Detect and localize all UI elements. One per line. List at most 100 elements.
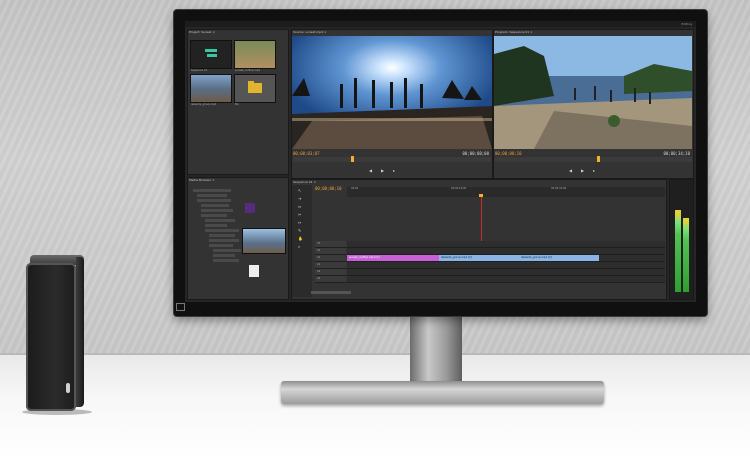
- item-label: Sequence 01: [191, 69, 208, 72]
- media-thumbnail[interactable]: [243, 229, 285, 253]
- program-playhead[interactable]: [597, 156, 600, 162]
- tree-item[interactable]: [205, 224, 227, 227]
- zoom-tool-icon[interactable]: ⌕: [298, 245, 300, 249]
- source-timecode-duration: 00;00;08;00: [462, 151, 490, 156]
- track-label: A3: [317, 277, 321, 280]
- track-header-a1[interactable]: A1: [315, 262, 346, 269]
- external-drive: [22, 255, 92, 415]
- track-label: V3: [317, 242, 321, 245]
- tools-panel: ↖ ⇥ ⇔ ✂ ↔ ✎ ✋ ⌕: [292, 185, 312, 297]
- tree-item[interactable]: [197, 199, 231, 202]
- source-monitor-panel: Source: sunset.mp4 × 00;00;03;07 00;00;0…: [291, 29, 493, 179]
- timeline-timecode: 00;00;08;10: [315, 186, 342, 191]
- timeline-scrollbar[interactable]: [311, 291, 351, 294]
- tree-item[interactable]: [205, 229, 239, 232]
- time-ruler[interactable]: [347, 187, 665, 197]
- tree-item[interactable]: [213, 254, 235, 257]
- timeline-clip[interactable]: lakeside_group.mp4 [V]: [439, 255, 519, 261]
- track-header-v2[interactable]: V2: [315, 248, 346, 255]
- clip-thumbnail[interactable]: [191, 75, 231, 102]
- tree-item[interactable]: [201, 209, 233, 212]
- project-panel: Project: Sunset × Sequence 01 sunset_roo…: [187, 29, 289, 175]
- program-tab[interactable]: Program: Sequence 01 ×: [495, 30, 533, 34]
- tree-item[interactable]: [209, 234, 235, 237]
- track-lane[interactable]: [347, 276, 665, 283]
- track-lane[interactable]: [347, 241, 665, 248]
- media-browser-panel: Media Browser ×: [187, 177, 289, 300]
- timeline-clip[interactable]: sunset_rooftop.mp4 [V]: [347, 255, 439, 261]
- bin-thumbnail[interactable]: [235, 75, 275, 102]
- hand-tool-icon[interactable]: ✋: [298, 237, 303, 241]
- program-timecode-in: 00;00;08;10: [495, 151, 522, 156]
- source-timecode-in: 00;00;03;07: [293, 151, 320, 156]
- razor-tool-icon[interactable]: ✂: [298, 213, 301, 217]
- track-lane[interactable]: [347, 262, 665, 269]
- play-icon[interactable]: ▶: [581, 169, 584, 173]
- sequence-icon: [205, 49, 217, 57]
- item-label: sunset_rooftop.mp4: [235, 69, 260, 72]
- track-header-a3[interactable]: A3: [315, 276, 346, 283]
- source-scrub-bar[interactable]: [293, 157, 491, 162]
- tree-item[interactable]: [205, 219, 235, 222]
- drive-power-light: [66, 383, 70, 393]
- track-header-v1[interactable]: V1: [315, 255, 346, 262]
- timeline-clip[interactable]: lakeside_group.mp4 [V]: [519, 255, 599, 261]
- tree-item[interactable]: [213, 259, 239, 262]
- tree-item[interactable]: [197, 194, 227, 197]
- monitor-logo: [176, 303, 185, 311]
- step-back-icon[interactable]: ◀: [569, 169, 572, 173]
- file-icon[interactable]: [245, 203, 255, 213]
- ruler-label: 00;00;16;00: [451, 187, 467, 190]
- selection-tool-icon[interactable]: ↖: [298, 189, 301, 193]
- track-label: A2: [317, 270, 321, 273]
- program-timecode-duration: 00;00;34;10: [663, 151, 691, 156]
- drive-side: [76, 257, 84, 407]
- folder-icon: [248, 81, 262, 93]
- program-video-frame[interactable]: [494, 36, 692, 149]
- step-back-icon[interactable]: ◀: [369, 169, 372, 173]
- play-icon[interactable]: ▶: [381, 169, 384, 173]
- track-label: A1: [317, 263, 321, 266]
- step-forward-icon[interactable]: ▸: [393, 169, 395, 173]
- track-header-a2[interactable]: A2: [315, 269, 346, 276]
- track-lane[interactable]: [347, 248, 665, 255]
- track-lane[interactable]: [347, 269, 665, 276]
- app-menubar: Editing: [185, 21, 696, 27]
- slip-tool-icon[interactable]: ↔: [298, 221, 301, 225]
- tree-item[interactable]: [209, 244, 233, 247]
- audio-file-icon[interactable]: [249, 265, 259, 277]
- workspace-label[interactable]: Editing: [682, 22, 692, 26]
- timeline-panel: Sequence 01 × 00;00;08;10 ↖ ⇥ ⇔ ✂ ↔ ✎ ✋ …: [291, 179, 667, 300]
- source-tab[interactable]: Source: sunset.mp4 ×: [293, 30, 326, 34]
- media-browser-tab[interactable]: Media Browser ×: [189, 178, 215, 182]
- playhead-handle[interactable]: [479, 194, 483, 197]
- tree-item[interactable]: [209, 239, 239, 242]
- ripple-edit-icon[interactable]: ⇔: [298, 205, 301, 209]
- project-tab[interactable]: Project: Sunset ×: [189, 30, 215, 34]
- item-label: lakeside_group.mp4: [191, 103, 217, 106]
- track-label: V2: [317, 249, 321, 252]
- ruler-label: 00;00;32;00: [551, 187, 567, 190]
- sequence-thumbnail[interactable]: [191, 41, 231, 68]
- audio-meter-right: [683, 218, 689, 292]
- tree-item[interactable]: [201, 204, 229, 207]
- program-monitor-panel: Program: Sequence 01 × 00;00;08;10 00;00…: [493, 29, 694, 179]
- desk-surface: [0, 355, 750, 459]
- tree-item[interactable]: [193, 189, 231, 192]
- audio-meter-left: [675, 210, 681, 292]
- track-header-v3[interactable]: V3: [315, 241, 346, 248]
- tree-item[interactable]: [201, 214, 227, 217]
- source-video-frame[interactable]: [292, 36, 492, 149]
- clip-thumbnail[interactable]: [235, 41, 275, 68]
- audio-meters-panel: [669, 179, 694, 300]
- timeline-tab[interactable]: Sequence 01 ×: [293, 180, 316, 184]
- tree-item[interactable]: [213, 249, 241, 252]
- pen-tool-icon[interactable]: ✎: [298, 229, 301, 233]
- track-select-icon[interactable]: ⇥: [298, 197, 301, 201]
- monitor-stand-neck: [410, 313, 462, 383]
- source-playhead[interactable]: [351, 156, 354, 162]
- ruler-label: 00;00: [351, 187, 359, 190]
- program-scrub-bar[interactable]: [495, 157, 692, 162]
- step-forward-icon[interactable]: ▸: [593, 169, 595, 173]
- monitor-stand-base: [281, 381, 604, 404]
